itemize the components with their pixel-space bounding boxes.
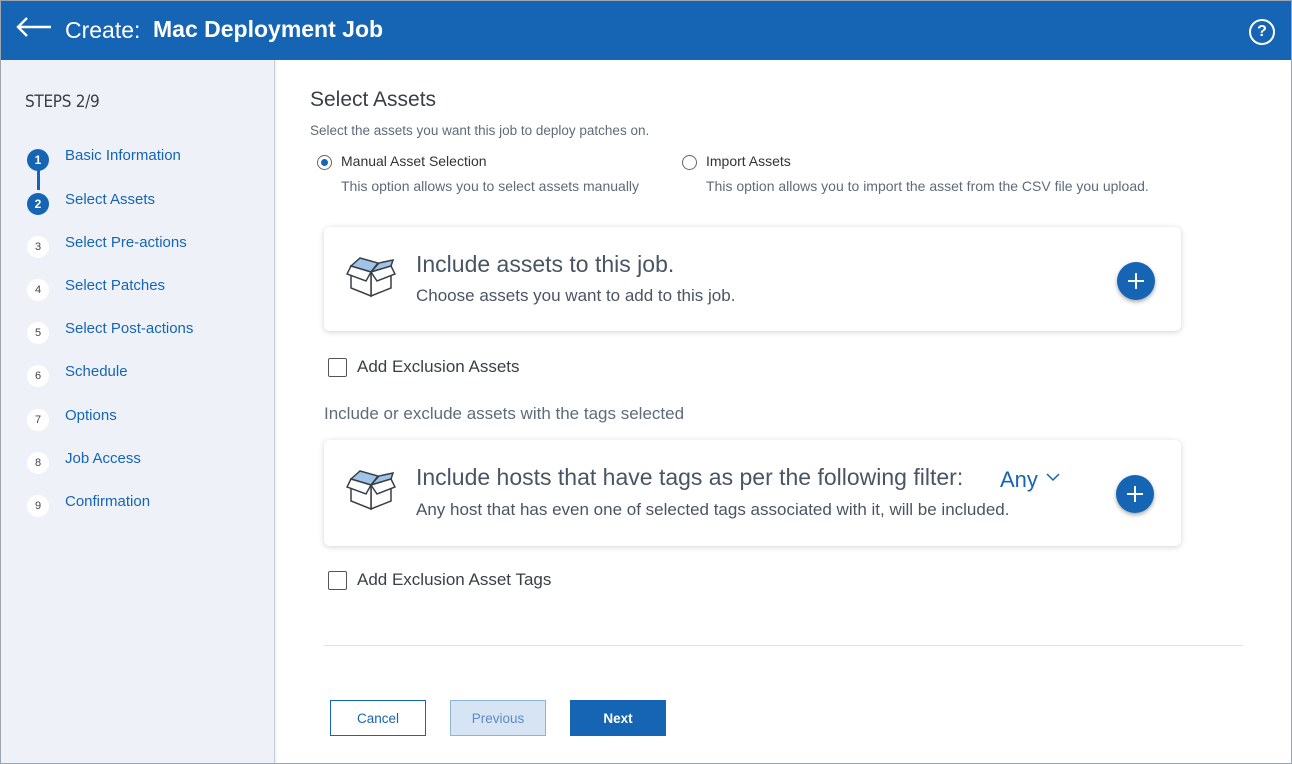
step-label: Select Pre-actions bbox=[65, 234, 187, 251]
include-hosts-tags-title: Include hosts that have tags as per the … bbox=[416, 464, 964, 490]
open-box-icon bbox=[345, 467, 397, 511]
step-label: Job Access bbox=[65, 450, 141, 467]
sidebar-step-confirmation[interactable]: 9 Confirmation bbox=[27, 492, 150, 517]
step-label: Select Post-actions bbox=[65, 320, 194, 337]
include-assets-card: Include assets to this job. Choose asset… bbox=[324, 227, 1181, 331]
sidebar-step-select-patches[interactable]: 4 Select Patches bbox=[27, 276, 165, 301]
tag-filter-value: Any bbox=[1000, 467, 1038, 492]
manual-asset-selection-option[interactable]: Manual Asset Selection This option allow… bbox=[317, 153, 657, 197]
add-assets-button[interactable] bbox=[1117, 262, 1155, 300]
add-exclusion-asset-tags-checkbox[interactable] bbox=[328, 571, 347, 590]
open-box-icon bbox=[345, 254, 397, 298]
add-tags-button[interactable] bbox=[1116, 475, 1154, 513]
step-label: Basic Information bbox=[65, 147, 181, 164]
divider bbox=[324, 645, 1243, 646]
checkbox-label: Add Exclusion Asset Tags bbox=[357, 570, 552, 589]
import-assets-radio[interactable] bbox=[682, 155, 697, 170]
cancel-button[interactable]: Cancel bbox=[330, 700, 426, 736]
steps-progress-title: STEPS 2/9 bbox=[25, 92, 100, 112]
plus-icon bbox=[1128, 273, 1144, 289]
section-title: Select Assets bbox=[310, 88, 437, 111]
step-number-badge: 3 bbox=[27, 236, 49, 258]
sidebar-step-schedule[interactable]: 6 Schedule bbox=[27, 362, 128, 387]
step-number-badge: 4 bbox=[27, 279, 49, 301]
next-button[interactable]: Next bbox=[570, 700, 666, 736]
steps-sidebar: STEPS 2/9 1 Basic Information 2 Select A… bbox=[1, 60, 278, 763]
checkbox-label: Add Exclusion Assets bbox=[357, 357, 520, 376]
main-content: Select Assets Select the assets you want… bbox=[276, 60, 1290, 763]
radio-description: This option allows you to select assets … bbox=[341, 178, 640, 194]
step-number-badge: 5 bbox=[27, 322, 49, 344]
page-title: Mac Deployment Job bbox=[153, 16, 384, 42]
radio-label: Manual Asset Selection bbox=[341, 153, 487, 169]
sidebar-step-select-post-actions[interactable]: 5 Select Post-actions bbox=[27, 319, 193, 344]
tags-note: Include or exclude assets with the tags … bbox=[324, 404, 685, 423]
import-assets-option[interactable]: Import Assets This option allows you to … bbox=[682, 153, 1162, 197]
manual-asset-selection-radio[interactable] bbox=[317, 155, 332, 170]
radio-description: This option allows you to import the ass… bbox=[706, 178, 1149, 194]
section-description: Select the assets you want this job to d… bbox=[310, 123, 650, 138]
add-exclusion-assets-row[interactable]: Add Exclusion Assets bbox=[328, 357, 568, 379]
include-assets-title: Include assets to this job. bbox=[416, 251, 675, 277]
sidebar-step-select-pre-actions[interactable]: 3 Select Pre-actions bbox=[27, 233, 187, 258]
include-assets-subtitle: Choose assets you want to add to this jo… bbox=[416, 286, 736, 305]
step-label: Select Assets bbox=[65, 191, 156, 208]
tag-filter-dropdown[interactable]: Any bbox=[1000, 462, 1060, 493]
previous-button[interactable]: Previous bbox=[450, 700, 546, 736]
step-number-badge: 2 bbox=[27, 193, 49, 215]
sidebar-step-basic-information[interactable]: 1 Basic Information bbox=[27, 146, 181, 171]
step-label: Select Patches bbox=[65, 277, 166, 294]
page-header: Create: Mac Deployment Job ? bbox=[1, 1, 1291, 60]
radio-label: Import Assets bbox=[706, 153, 791, 169]
chevron-down-icon bbox=[1046, 462, 1060, 488]
step-number-badge: 1 bbox=[27, 149, 49, 171]
plus-icon bbox=[1127, 486, 1143, 502]
include-hosts-tags-subtitle: Any host that has even one of selected t… bbox=[416, 500, 1010, 519]
step-number-badge: 8 bbox=[27, 452, 49, 474]
add-exclusion-assets-checkbox[interactable] bbox=[328, 358, 347, 377]
sidebar-step-select-assets[interactable]: 2 Select Assets bbox=[27, 190, 155, 215]
page-title-prefix: Create: bbox=[65, 17, 141, 43]
step-number-badge: 7 bbox=[27, 409, 49, 431]
step-label: Confirmation bbox=[65, 493, 151, 510]
include-hosts-tags-card: Include hosts that have tags as per the … bbox=[324, 440, 1181, 546]
step-label: Schedule bbox=[65, 363, 128, 380]
step-label: Options bbox=[65, 407, 117, 424]
step-number-badge: 9 bbox=[27, 495, 49, 517]
back-arrow-icon[interactable] bbox=[15, 14, 53, 40]
step-number-badge: 6 bbox=[27, 365, 49, 387]
help-icon[interactable]: ? bbox=[1249, 19, 1275, 45]
sidebar-step-options[interactable]: 7 Options bbox=[27, 406, 117, 431]
sidebar-step-job-access[interactable]: 8 Job Access bbox=[27, 449, 141, 474]
add-exclusion-asset-tags-row[interactable]: Add Exclusion Asset Tags bbox=[328, 570, 608, 592]
